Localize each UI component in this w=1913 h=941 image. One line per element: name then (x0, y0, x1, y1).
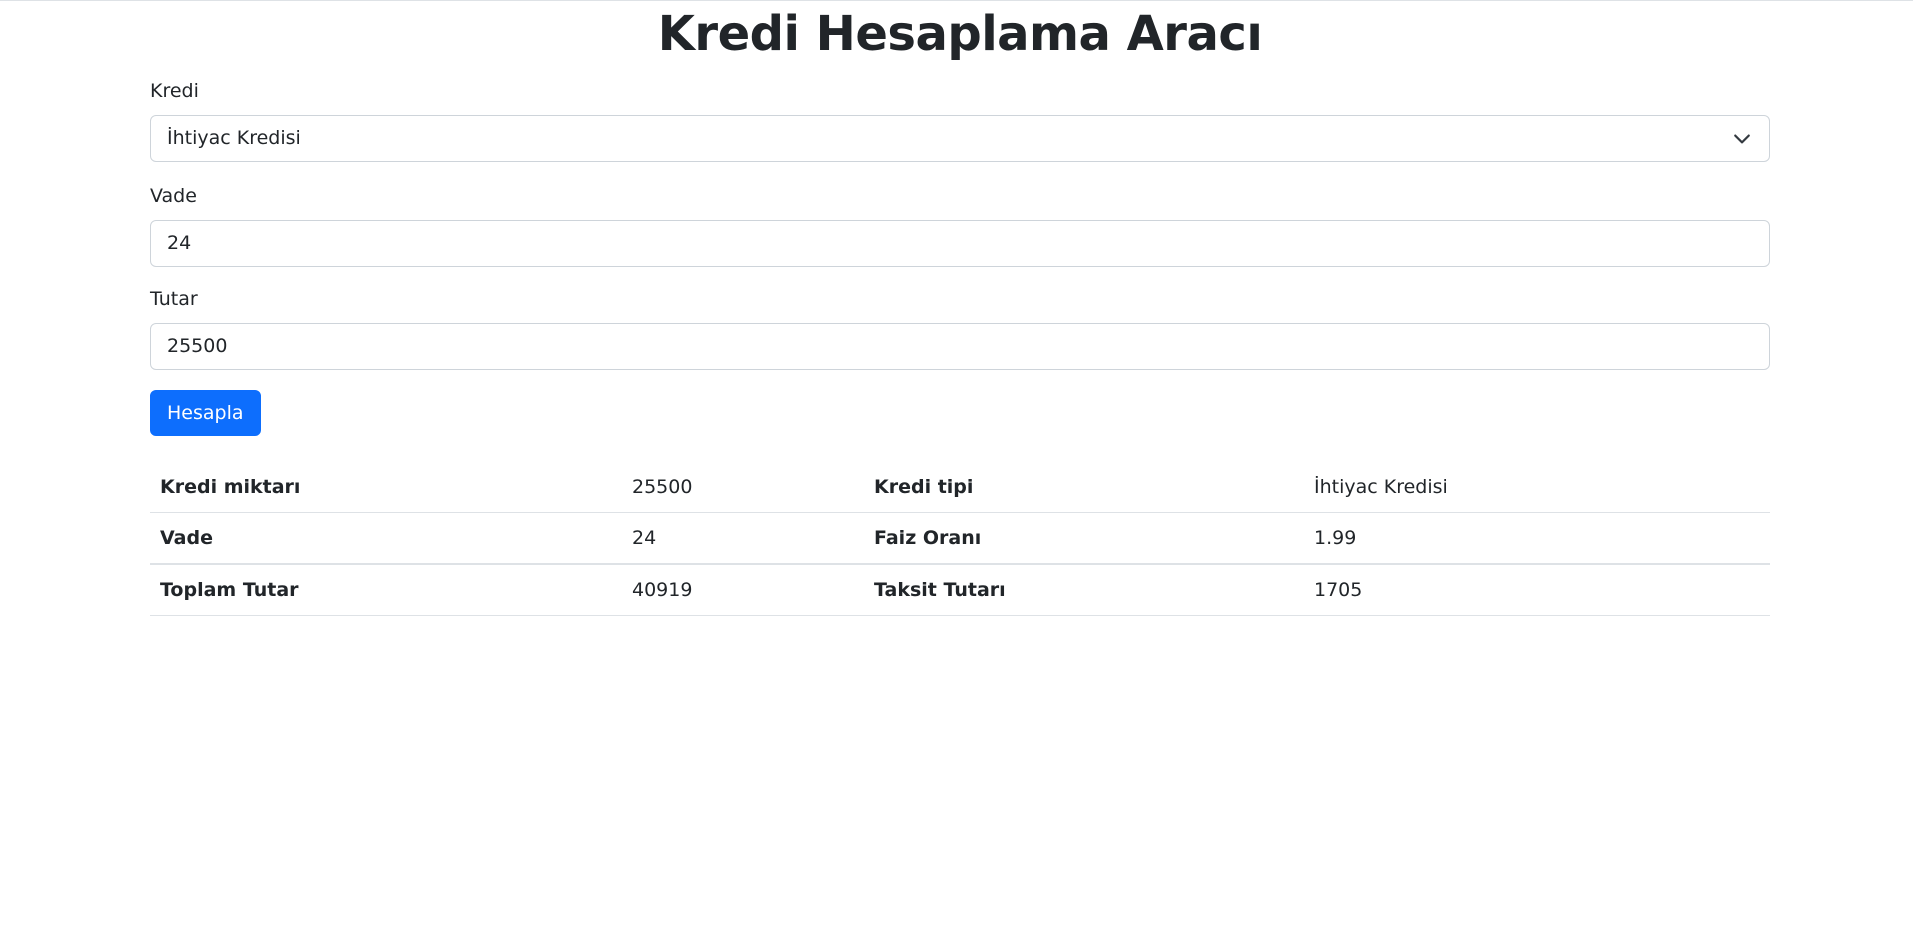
button-row: Hesapla (150, 390, 1770, 436)
chevron-down-icon (1734, 134, 1750, 144)
tutar-input[interactable]: 25500 (150, 323, 1770, 370)
result-key: Toplam Tutar (150, 564, 622, 616)
result-value: 24 (622, 512, 864, 565)
result-key: Kredi tipi (864, 462, 1304, 513)
results-table: Kredi miktarı 25500 Kredi tipi İhtiyac K… (150, 462, 1770, 616)
kredi-group: Kredi İhtiyac Kredisi (150, 79, 1770, 162)
kredi-label: Kredi (150, 80, 199, 102)
result-value: 40919 (622, 564, 864, 616)
vade-group: Vade 24 (150, 184, 1770, 267)
table-row: Vade 24 Faiz Oranı 1.99 (150, 512, 1770, 565)
tutar-input-value: 25500 (167, 335, 228, 357)
result-key: Faiz Oranı (864, 512, 1304, 565)
result-value: 1705 (1304, 564, 1770, 616)
main-container: Kredi Hesaplama Aracı Kredi İhtiyac Kred… (150, 0, 1770, 616)
result-value: İhtiyac Kredisi (1304, 462, 1770, 513)
kredi-select[interactable]: İhtiyac Kredisi (150, 115, 1770, 162)
tutar-group: Tutar 25500 (150, 287, 1770, 370)
kredi-select-value: İhtiyac Kredisi (167, 127, 301, 149)
tutar-label: Tutar (150, 288, 198, 310)
result-value: 25500 (622, 462, 864, 513)
table-row: Kredi miktarı 25500 Kredi tipi İhtiyac K… (150, 462, 1770, 513)
result-value: 1.99 (1304, 512, 1770, 565)
table-row: Toplam Tutar 40919 Taksit Tutarı 1705 (150, 564, 1770, 616)
vade-label: Vade (150, 185, 197, 207)
page-title: Kredi Hesaplama Aracı (657, 6, 1263, 62)
result-key: Vade (150, 512, 622, 565)
hesapla-button[interactable]: Hesapla (150, 390, 261, 436)
vade-input-value: 24 (167, 232, 192, 254)
vade-input[interactable]: 24 (150, 220, 1770, 267)
result-key: Taksit Tutarı (864, 564, 1304, 616)
result-key: Kredi miktarı (150, 462, 622, 513)
